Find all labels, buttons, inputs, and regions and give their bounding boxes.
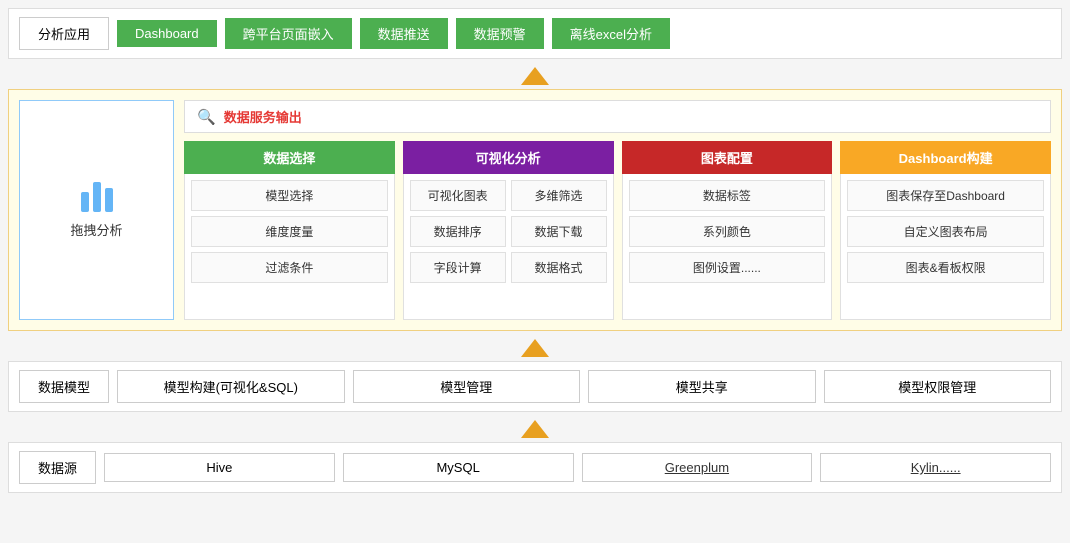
viz-item-3[interactable]: 数据下载	[511, 216, 607, 247]
search-icon: 🔍	[197, 108, 216, 126]
search-bar: 🔍 数据服务输出	[184, 100, 1051, 133]
data-model-label: 数据模型	[19, 370, 109, 403]
chart-config-item-1[interactable]: 系列颜色	[629, 216, 826, 247]
row1-analysis-app: 分析应用 Dashboard 跨平台页面嵌入 数据推送 数据预警 离线excel…	[8, 8, 1062, 59]
row4-data-source: 数据源 Hive MySQL Greenplum Kylin......	[8, 442, 1062, 493]
dashboard-build-item-1[interactable]: 自定义图表布局	[847, 216, 1044, 247]
viz-item-4[interactable]: 字段计算	[410, 252, 506, 283]
col-viz-analysis: 可视化分析 可视化图表 多维筛选 数据排序 数据下载 字段计算 数据格式	[403, 141, 614, 320]
dashboard-build-item-2[interactable]: 图表&看板权限	[847, 252, 1044, 283]
chart-config-item-2[interactable]: 图例设置......	[629, 252, 826, 283]
arrow-row-3	[8, 416, 1062, 442]
row2-drag-analysis: 拖拽分析 🔍 数据服务输出 数据选择 模型选择 维度度量 过滤条件	[8, 89, 1062, 331]
col-data-select-body: 模型选择 维度度量 过滤条件	[184, 174, 395, 320]
data-select-item-2[interactable]: 过滤条件	[191, 252, 388, 283]
cross-platform-btn[interactable]: 跨平台页面嵌入	[225, 18, 352, 49]
row2-right: 🔍 数据服务输出 数据选择 模型选择 维度度量 过滤条件 可视化分析	[184, 100, 1051, 320]
data-warning-btn[interactable]: 数据预警	[456, 18, 544, 49]
datasource-item-1[interactable]: MySQL	[343, 453, 574, 482]
col-dashboard-build-header: Dashboard构建	[840, 141, 1051, 174]
viz-item-0[interactable]: 可视化图表	[410, 180, 506, 211]
chart-config-item-0[interactable]: 数据标签	[629, 180, 826, 211]
arrow-up-icon-2	[521, 339, 549, 357]
col-data-select: 数据选择 模型选择 维度度量 过滤条件	[184, 141, 395, 320]
viz-analysis-items-grid: 可视化图表 多维筛选 数据排序 数据下载 字段计算 数据格式	[410, 180, 607, 283]
model-item-3[interactable]: 模型权限管理	[824, 370, 1052, 403]
data-select-item-1[interactable]: 维度度量	[191, 216, 388, 247]
arrow-row-1	[8, 63, 1062, 89]
row3-data-model: 数据模型 模型构建(可视化&SQL) 模型管理 模型共享 模型权限管理	[8, 361, 1062, 412]
drag-label: 拖拽分析	[70, 220, 122, 239]
model-item-2[interactable]: 模型共享	[588, 370, 816, 403]
drag-icon	[81, 182, 113, 212]
data-push-btn[interactable]: 数据推送	[360, 18, 448, 49]
col-chart-config-body: 数据标签 系列颜色 图例设置......	[622, 174, 833, 320]
viz-item-2[interactable]: 数据排序	[410, 216, 506, 247]
col-chart-config-header: 图表配置	[622, 141, 833, 174]
col-viz-analysis-header: 可视化分析	[403, 141, 614, 174]
dashboard-build-item-0[interactable]: 图表保存至Dashboard	[847, 180, 1044, 211]
col-dashboard-build: Dashboard构建 图表保存至Dashboard 自定义图表布局 图表&看板…	[840, 141, 1051, 320]
main-container: 分析应用 Dashboard 跨平台页面嵌入 数据推送 数据预警 离线excel…	[0, 0, 1070, 505]
col-chart-config: 图表配置 数据标签 系列颜色 图例设置......	[622, 141, 833, 320]
col-grid: 数据选择 模型选择 维度度量 过滤条件 可视化分析 可视化图表 多维筛选 数	[184, 141, 1051, 320]
col-data-select-header: 数据选择	[184, 141, 395, 174]
search-output-label: 数据服务输出	[224, 107, 302, 126]
analysis-app-label: 分析应用	[19, 17, 109, 50]
viz-item-5[interactable]: 数据格式	[511, 252, 607, 283]
col-dashboard-build-body: 图表保存至Dashboard 自定义图表布局 图表&看板权限	[840, 174, 1051, 320]
datasource-item-2[interactable]: Greenplum	[582, 453, 813, 482]
model-item-0[interactable]: 模型构建(可视化&SQL)	[117, 370, 345, 403]
datasource-item-3[interactable]: Kylin......	[820, 453, 1051, 482]
col-viz-analysis-body: 可视化图表 多维筛选 数据排序 数据下载 字段计算 数据格式	[403, 174, 614, 320]
dashboard-btn[interactable]: Dashboard	[117, 20, 217, 47]
viz-item-1[interactable]: 多维筛选	[511, 180, 607, 211]
data-select-item-0[interactable]: 模型选择	[191, 180, 388, 211]
arrow-row-2	[8, 335, 1062, 361]
offline-excel-btn[interactable]: 离线excel分析	[552, 18, 670, 49]
datasource-item-0[interactable]: Hive	[104, 453, 335, 482]
data-source-label: 数据源	[19, 451, 96, 484]
drag-analysis-box[interactable]: 拖拽分析	[19, 100, 174, 320]
arrow-up-icon-3	[521, 420, 549, 438]
model-item-1[interactable]: 模型管理	[353, 370, 581, 403]
arrow-up-icon-1	[521, 67, 549, 85]
